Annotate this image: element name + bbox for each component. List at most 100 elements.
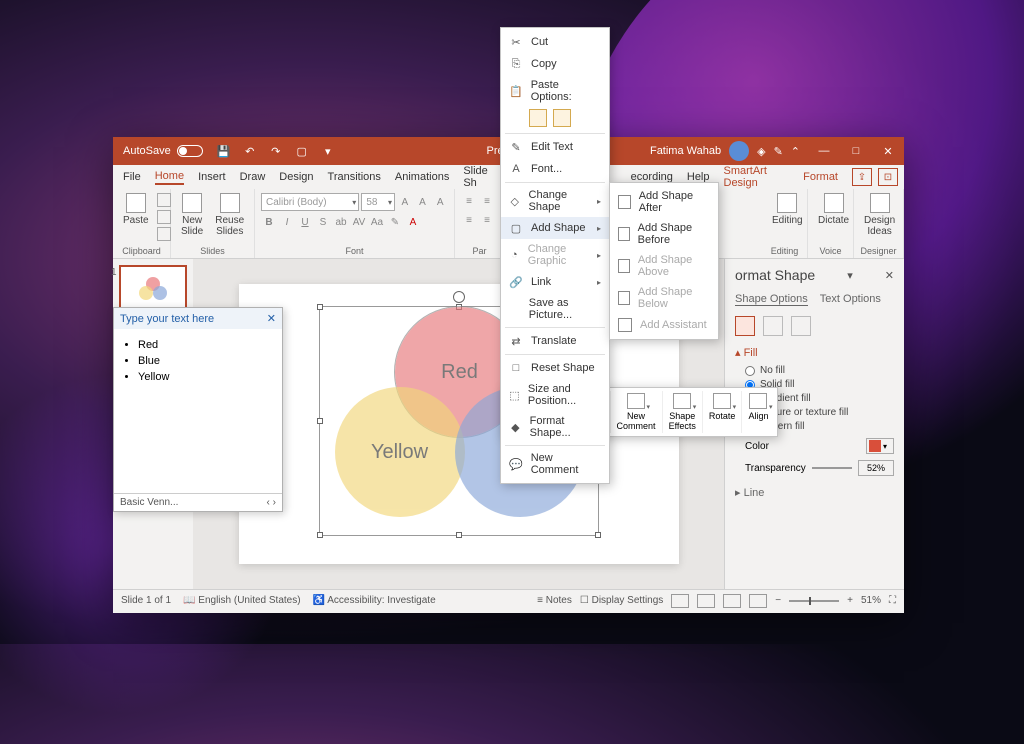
highlight-icon[interactable]: ✎ — [387, 214, 403, 230]
draw-icon[interactable]: ✎ — [774, 145, 783, 158]
tab-slideshow[interactable]: Slide Sh — [463, 165, 496, 189]
mini-effects[interactable]: Shape Effects — [663, 391, 703, 433]
increase-font-icon[interactable]: A — [397, 194, 413, 210]
new-slide-button[interactable]: New Slide — [177, 191, 207, 239]
share-button[interactable]: ⇪ — [852, 168, 872, 186]
effects-icon[interactable] — [763, 316, 783, 336]
minimize-button[interactable]: — — [808, 137, 840, 165]
no-fill-radio[interactable]: No fill — [745, 365, 894, 376]
menu-add-shape[interactable]: ▢Add Shape▸ — [501, 217, 609, 239]
fill-section-header[interactable]: ▴ Fill — [735, 346, 894, 359]
submenu-add-before[interactable]: Add Shape Before — [610, 218, 718, 250]
tab-smartart-design[interactable]: SmartArt Design — [724, 165, 790, 189]
dictate-button[interactable]: Dictate — [814, 191, 853, 228]
design-ideas-button[interactable]: Design Ideas — [860, 191, 899, 239]
menu-change-shape[interactable]: ◇Change Shape▸ — [501, 185, 609, 217]
pane-close-icon[interactable]: ✕ — [885, 269, 894, 282]
menu-size-position[interactable]: ⬚Size and Position... — [501, 379, 609, 411]
align-center-icon[interactable]: ≡ — [479, 212, 495, 228]
reuse-slides-button[interactable]: Reuse Slides — [211, 191, 248, 239]
slideshow-icon[interactable]: ▢ — [295, 144, 309, 158]
menu-link[interactable]: 🔗Link▸ — [501, 271, 609, 293]
menu-translate[interactable]: ⇄Translate — [501, 330, 609, 352]
menu-save-picture[interactable]: Save as Picture... — [501, 293, 609, 325]
fit-to-window-icon[interactable]: ⛶ — [889, 595, 896, 606]
mini-rotate[interactable]: Rotate — [703, 391, 743, 433]
accessibility-status[interactable]: ♿ Accessibility: Investigate — [313, 595, 436, 606]
line-section-header[interactable]: ▸ Line — [735, 486, 894, 499]
editing-button[interactable]: Editing — [768, 191, 807, 228]
paste-option-2[interactable] — [553, 109, 571, 127]
qat-more-icon[interactable]: ▾ — [321, 144, 335, 158]
tab-animations[interactable]: Animations — [395, 171, 449, 183]
list-item[interactable]: Blue — [138, 353, 282, 369]
menu-font[interactable]: AFont... — [501, 158, 609, 180]
case-icon[interactable]: Aa — [369, 214, 385, 230]
reading-view-icon[interactable] — [723, 594, 741, 608]
underline-icon[interactable]: U — [297, 214, 313, 230]
tab-draw[interactable]: Draw — [240, 171, 266, 183]
paste-option-1[interactable] — [529, 109, 547, 127]
menu-reset-shape[interactable]: □Reset Shape — [501, 357, 609, 379]
autosave-toggle[interactable] — [177, 145, 203, 157]
tab-file[interactable]: File — [123, 171, 141, 183]
notes-button[interactable]: ≡ Notes — [537, 595, 572, 606]
menu-copy[interactable]: ⎘Copy — [501, 53, 609, 75]
shape-options-tab[interactable]: Shape Options — [735, 293, 808, 306]
venn-circle-yellow[interactable]: Yellow — [335, 387, 465, 517]
display-settings-button[interactable]: ☐ Display Settings — [580, 595, 663, 606]
size-properties-icon[interactable] — [791, 316, 811, 336]
text-panel-close-icon[interactable]: ✕ — [267, 312, 276, 325]
zoom-level[interactable]: 51% — [861, 595, 881, 606]
user-avatar[interactable] — [729, 141, 749, 161]
font-color-icon[interactable]: A — [405, 214, 421, 230]
zoom-in-icon[interactable]: + — [847, 595, 853, 606]
sorter-view-icon[interactable] — [697, 594, 715, 608]
zoom-out-icon[interactable]: − — [775, 595, 781, 606]
comments-button[interactable]: ⊡ — [878, 168, 898, 186]
cut-icon[interactable] — [157, 193, 171, 207]
font-size-combo[interactable]: 58 — [361, 193, 395, 211]
paste-button[interactable]: Paste — [119, 191, 153, 228]
mini-align[interactable]: Align — [742, 391, 774, 433]
clear-format-icon[interactable]: A — [432, 194, 448, 210]
save-icon[interactable]: 💾 — [217, 144, 231, 158]
shadow-icon[interactable]: ab — [333, 214, 349, 230]
italic-icon[interactable]: I — [279, 214, 295, 230]
text-panel-list[interactable]: Red Blue Yellow — [114, 329, 282, 385]
menu-new-comment[interactable]: 💬New Comment — [501, 448, 609, 480]
menu-edit-text[interactable]: ✎Edit Text — [501, 136, 609, 158]
ribbon-options-icon[interactable]: ⌃ — [791, 145, 800, 158]
text-panel-nav-icon[interactable]: ‹ › — [267, 497, 276, 508]
text-options-tab[interactable]: Text Options — [820, 293, 881, 306]
zoom-slider[interactable] — [789, 600, 839, 602]
maximize-button[interactable]: □ — [840, 137, 872, 165]
transparency-slider[interactable] — [812, 467, 852, 469]
diamond-icon[interactable]: ◈ — [757, 145, 765, 158]
copy-icon[interactable] — [157, 210, 171, 224]
mini-comment[interactable]: New Comment — [611, 391, 663, 433]
close-button[interactable]: ✕ — [872, 137, 904, 165]
rotate-handle[interactable] — [453, 291, 465, 303]
format-painter-icon[interactable] — [157, 227, 171, 241]
tab-design[interactable]: Design — [279, 171, 313, 183]
redo-icon[interactable]: ↷ — [269, 144, 283, 158]
spacing-icon[interactable]: AV — [351, 214, 367, 230]
slide-count[interactable]: Slide 1 of 1 — [121, 595, 171, 606]
normal-view-icon[interactable] — [671, 594, 689, 608]
undo-icon[interactable]: ↶ — [243, 144, 257, 158]
align-left-icon[interactable]: ≡ — [461, 212, 477, 228]
tab-transitions[interactable]: Transitions — [328, 171, 381, 183]
pane-dropdown-icon[interactable]: ▾ — [847, 269, 853, 282]
slideshow-view-icon[interactable] — [749, 594, 767, 608]
menu-cut[interactable]: ✂Cut — [501, 31, 609, 53]
decrease-font-icon[interactable]: A — [415, 194, 431, 210]
fill-line-icon[interactable] — [735, 316, 755, 336]
tab-home[interactable]: Home — [155, 170, 184, 185]
menu-format-shape[interactable]: ◆Format Shape... — [501, 411, 609, 443]
numbering-icon[interactable]: ≡ — [479, 193, 495, 209]
strike-icon[interactable]: S — [315, 214, 331, 230]
transparency-value[interactable]: 52% — [858, 460, 894, 476]
bold-icon[interactable]: B — [261, 214, 277, 230]
font-name-combo[interactable]: Calibri (Body) — [261, 193, 359, 211]
